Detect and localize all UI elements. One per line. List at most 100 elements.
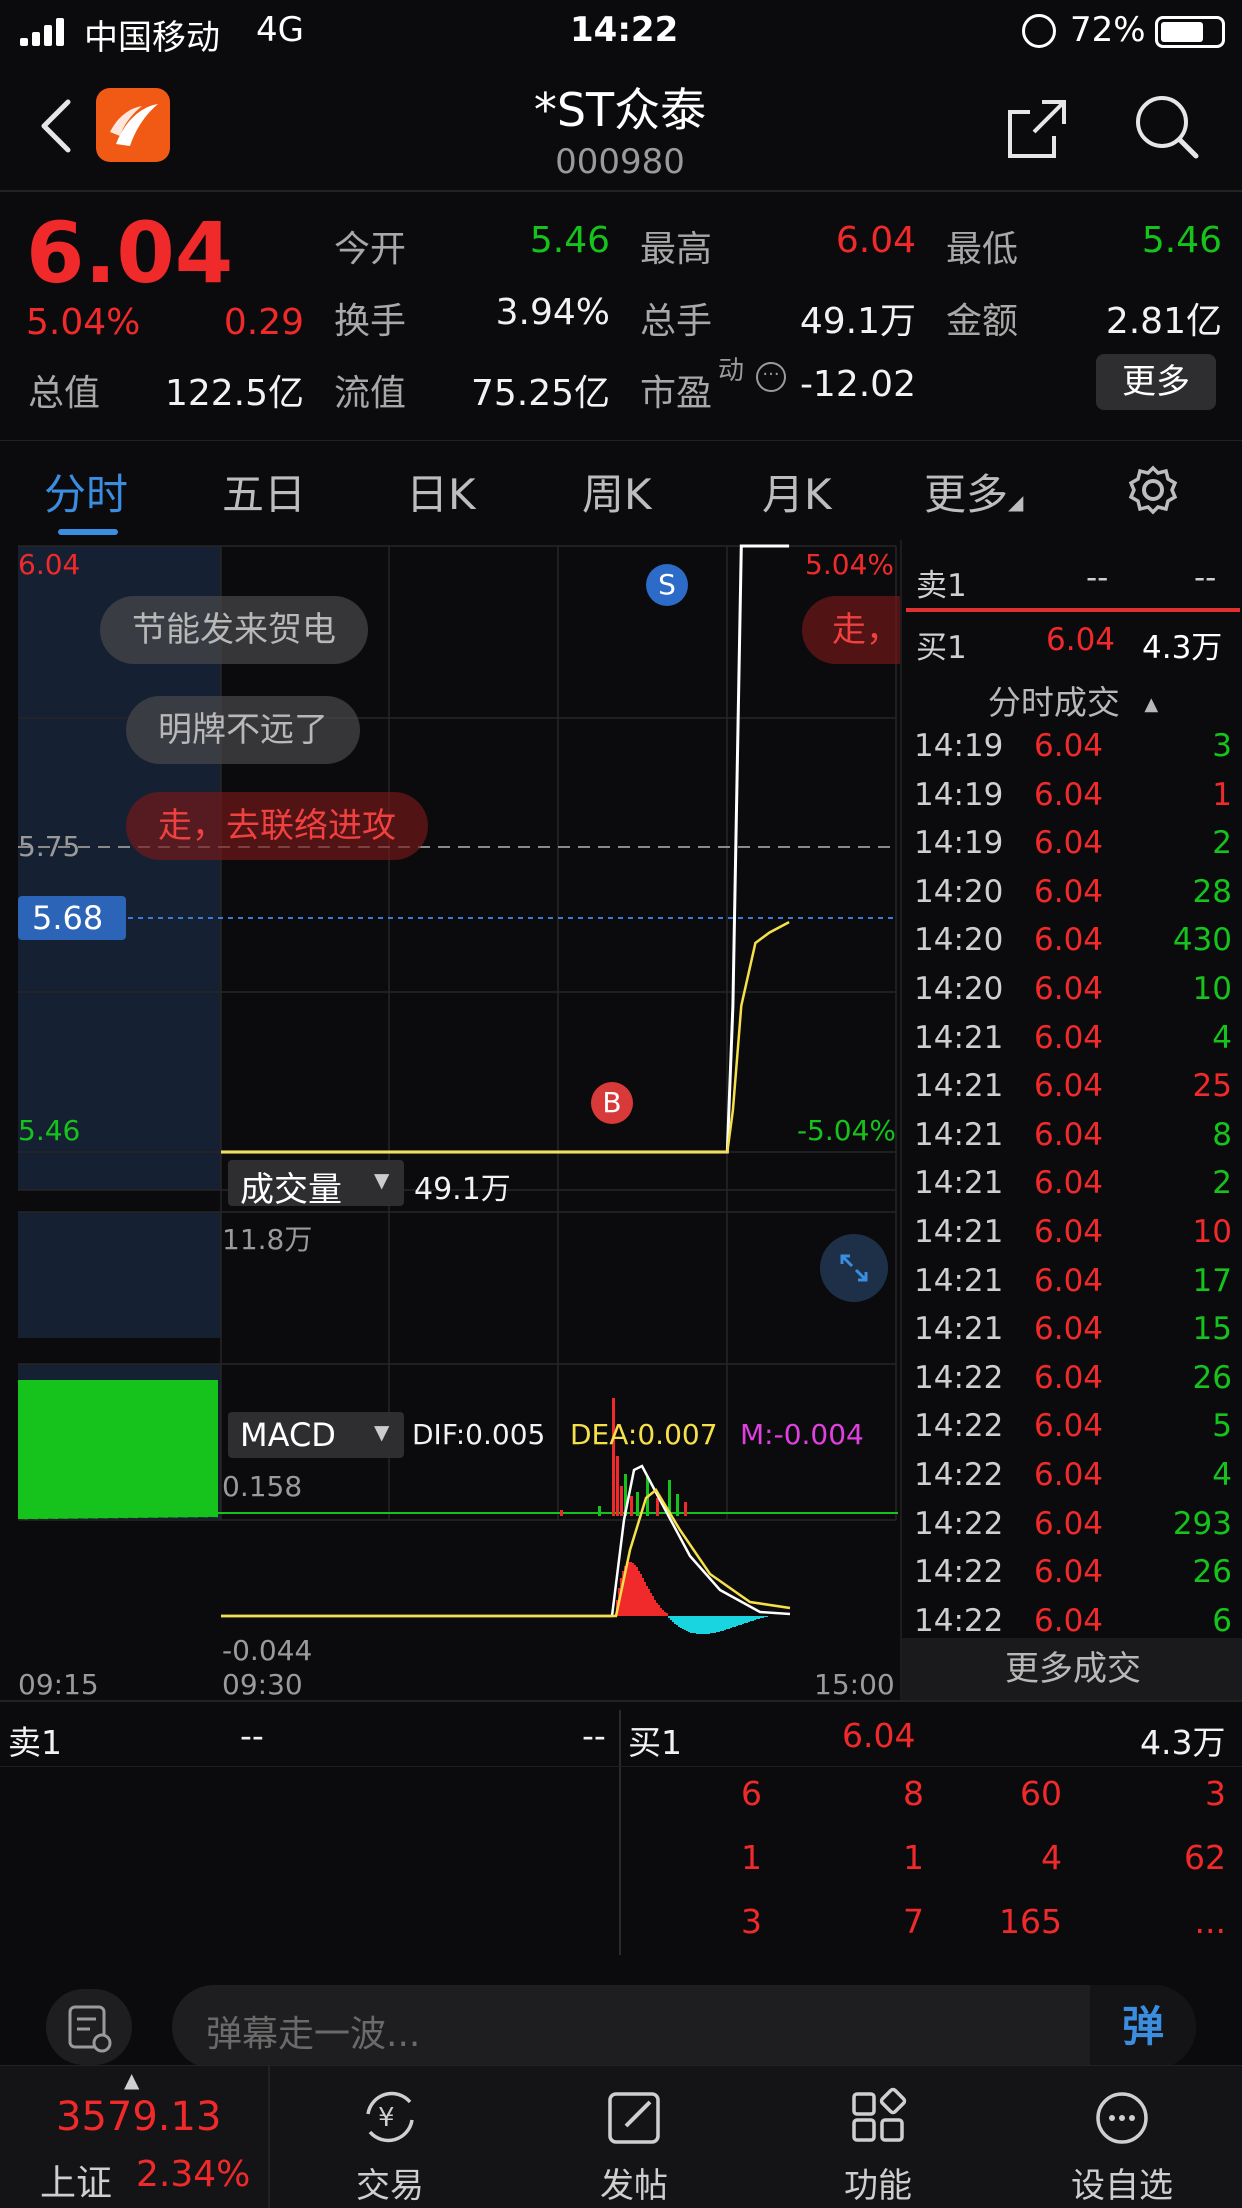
volume-bar: [34, 1380, 36, 1520]
macd-bar: [630, 1562, 632, 1616]
macd-selector-label: MACD: [240, 1416, 336, 1454]
tab-yuek[interactable]: 月K: [762, 461, 832, 522]
macd-bar: [734, 1616, 736, 1627]
volume-bar: [598, 1506, 601, 1516]
tab-more[interactable]: 更多◢: [924, 461, 1023, 522]
mktcap-label: 总值: [28, 373, 101, 414]
search-button[interactable]: [1132, 92, 1202, 162]
volume-bar: [194, 1380, 196, 1518]
volume-bar: [174, 1380, 176, 1518]
tick-time: 14:20: [914, 971, 1004, 1007]
top-header: *ST众泰 000980: [0, 62, 1242, 192]
macd-bar: [742, 1616, 744, 1624]
carrier: 中国移动: [84, 18, 220, 58]
volume-bar: [56, 1380, 58, 1519]
tab-active-indicator: [58, 529, 118, 535]
volume-selector[interactable]: 成交量 ▼: [228, 1160, 404, 1210]
tick-price: 6.04: [1034, 1457, 1104, 1493]
tab-rik[interactable]: 日K: [406, 461, 476, 522]
volume-bar: [130, 1380, 132, 1518]
macd-bar: [724, 1616, 726, 1630]
macd-bar: [762, 1616, 764, 1618]
macd-bar: [740, 1616, 742, 1625]
volume-bar: [108, 1380, 110, 1519]
macd-bar: [628, 1562, 630, 1616]
macd-bar: [656, 1603, 658, 1616]
danmaku-send-button[interactable]: 弹: [1090, 1985, 1196, 2069]
volume-bar: [18, 1512, 898, 1514]
pe-label: 市盈: [640, 373, 713, 414]
nav-func[interactable]: 功能: [778, 2066, 978, 2208]
macd-bar: [682, 1616, 684, 1629]
macd-m: M:-0.004: [740, 1418, 864, 1451]
tick-volume: 2: [1212, 1165, 1232, 1202]
index-ticker[interactable]: ▲ 3579.13 上证 2.34%: [0, 2066, 270, 2208]
side-bid-row: 买1 6.04 4.3万: [902, 616, 1242, 666]
volume-bar: [62, 1380, 64, 1519]
macd-bar: [698, 1616, 700, 1634]
volume-bar: [54, 1380, 56, 1519]
status-bar: 中国移动 4G 14:22 72%: [0, 0, 1242, 62]
expand-button[interactable]: [820, 1234, 888, 1302]
side-ask-price: --: [1086, 560, 1109, 596]
tab-fenshi[interactable]: 分时: [44, 461, 128, 522]
tick-price: 6.04: [1034, 1165, 1104, 1202]
nav-trade[interactable]: ¥ 交易: [290, 2066, 490, 2208]
macd-bar: [730, 1616, 732, 1628]
index-value: 3579.13: [56, 2094, 222, 2140]
ticks-header[interactable]: 分时成交 ▲: [902, 666, 1242, 722]
danmaku-bubble[interactable]: 走，去联络进攻: [126, 792, 428, 860]
macd-bar: [722, 1616, 724, 1631]
tick-volume: 5: [1212, 1408, 1232, 1445]
tick-time: 14:22: [914, 1359, 1004, 1396]
nav-watch[interactable]: 设自选: [1022, 2066, 1222, 2208]
more-trades-button[interactable]: 更多成交: [902, 1638, 1242, 1700]
tick-time: 14:21: [914, 1019, 1004, 1056]
sell-marker[interactable]: S: [646, 564, 688, 606]
volume-bar: [150, 1380, 152, 1518]
tick-volume: 10: [1192, 971, 1232, 1007]
buy-marker[interactable]: B: [591, 1082, 633, 1124]
danmaku-toggle-button[interactable]: [46, 1989, 132, 2065]
tick-price: 6.04: [1034, 873, 1104, 910]
volume-max-label: 11.8万: [222, 1223, 313, 1256]
share-button[interactable]: [1004, 96, 1070, 162]
macd-bar: [706, 1616, 708, 1634]
macd-bar: [758, 1616, 760, 1619]
macd-bar: [632, 1563, 634, 1616]
stock-code: 000980: [555, 142, 685, 182]
danmaku-input[interactable]: 弹幕走一波...: [172, 1985, 1196, 2069]
volume-bar: [90, 1380, 92, 1519]
tab-wuri[interactable]: 五日: [222, 461, 306, 522]
tick-row: 14:21 6.04 8: [902, 1111, 1242, 1159]
nav-post[interactable]: 发帖: [534, 2066, 734, 2208]
pe-info-icon[interactable]: ···: [756, 362, 786, 392]
tick-row: 14:19 6.04 1: [902, 771, 1242, 819]
time-end: 15:00: [814, 1668, 895, 1701]
volume-bar: [104, 1380, 106, 1519]
macd-bottom-label: -0.044: [222, 1634, 313, 1667]
intraday-chart[interactable]: 6.04 5.04% 5.75 5.68 5.46 -5.04% 节能发来贺电 …: [0, 540, 900, 1701]
volume-bar: [140, 1380, 142, 1518]
volume-bar: [42, 1380, 44, 1519]
book-queue-cell: 7: [903, 1902, 924, 1941]
volume-bar: [116, 1380, 118, 1519]
volume-bar: [52, 1380, 54, 1519]
macd-bar: [696, 1616, 698, 1634]
danmaku-bubble[interactable]: 节能发来贺电: [100, 596, 368, 664]
volume-bar: [18, 1380, 20, 1519]
danmaku-bubble[interactable]: 走，: [802, 596, 900, 664]
macd-bar: [746, 1616, 748, 1623]
more-quote-button[interactable]: 更多: [1096, 354, 1216, 410]
volume-bar: [44, 1380, 46, 1520]
pct-top-label: 5.04%: [805, 548, 894, 581]
macd-selector[interactable]: MACD ▼: [228, 1412, 404, 1458]
danmaku-bubble[interactable]: 明牌不远了: [126, 696, 360, 764]
macd-bar: [670, 1616, 672, 1620]
triangle-up-icon: ▲: [1144, 694, 1159, 715]
high-value: 6.04: [835, 220, 916, 261]
tab-zhouk[interactable]: 周K: [582, 461, 652, 522]
tick-row: 14:21 6.04 15: [902, 1305, 1242, 1353]
settings-button[interactable]: [1128, 465, 1178, 515]
back-button[interactable]: [36, 96, 76, 156]
